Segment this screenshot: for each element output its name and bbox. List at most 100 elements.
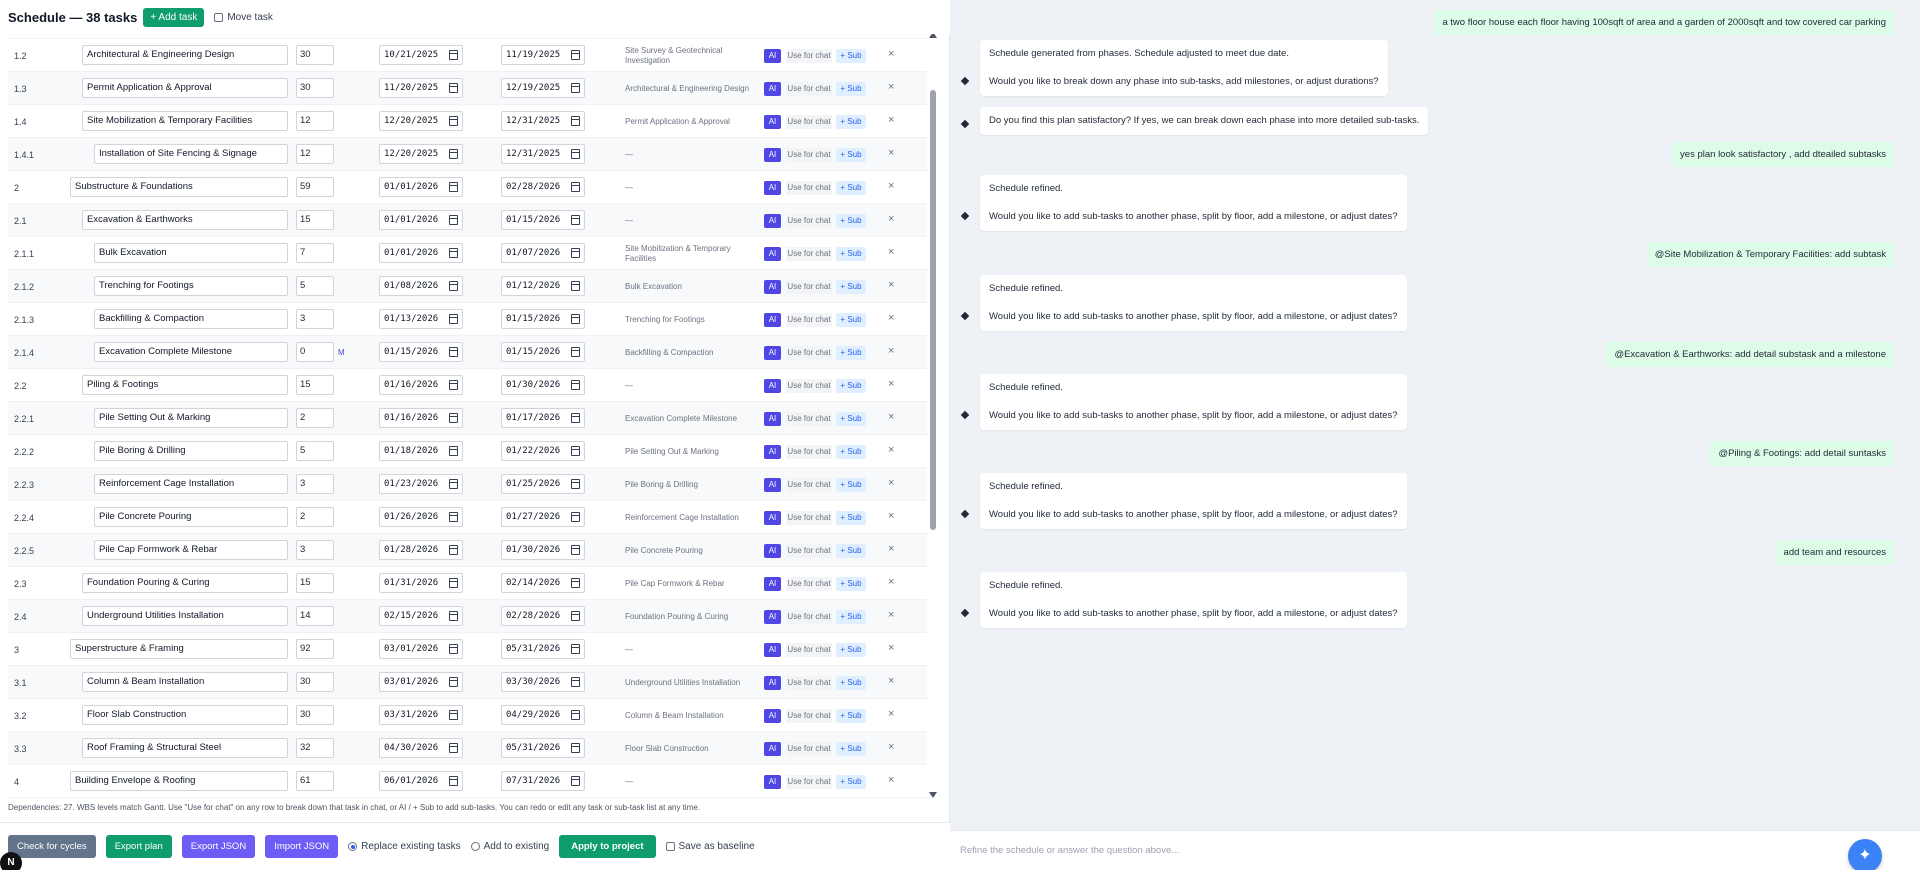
- calendar-icon[interactable]: [449, 248, 458, 258]
- task-name-input[interactable]: Pile Concrete Pouring: [94, 507, 288, 527]
- replace-existing-option[interactable]: Replace existing tasks: [348, 841, 461, 852]
- finish-date-input[interactable]: 05/31/2026: [501, 639, 585, 659]
- task-name-input[interactable]: Pile Cap Formwork & Rebar: [94, 540, 288, 560]
- start-date-input[interactable]: 01/16/2026: [379, 408, 463, 428]
- start-date-input[interactable]: 01/18/2026: [379, 441, 463, 461]
- ai-button[interactable]: AI: [764, 610, 781, 624]
- add-sub-button[interactable]: + Sub: [836, 214, 866, 228]
- ai-button[interactable]: AI: [764, 379, 781, 393]
- calendar-icon[interactable]: [449, 776, 458, 786]
- ai-button[interactable]: AI: [764, 214, 781, 228]
- start-date-input[interactable]: 12/20/2025: [379, 111, 463, 131]
- use-for-chat-button[interactable]: Use for chat: [786, 280, 832, 294]
- ai-button[interactable]: AI: [764, 643, 781, 657]
- finish-date-input[interactable]: 01/15/2026: [501, 309, 585, 329]
- start-date-input[interactable]: 01/08/2026: [379, 276, 463, 296]
- calendar-icon[interactable]: [449, 215, 458, 225]
- add-sub-button[interactable]: + Sub: [836, 49, 866, 63]
- add-sub-button[interactable]: + Sub: [836, 676, 866, 690]
- add-sub-button[interactable]: + Sub: [836, 148, 866, 162]
- finish-date-input[interactable]: 01/25/2026: [501, 474, 585, 494]
- task-name-input[interactable]: Trenching for Footings: [94, 276, 288, 296]
- delete-icon[interactable]: ×: [888, 279, 894, 291]
- start-date-input[interactable]: 03/01/2026: [379, 672, 463, 692]
- task-name-input[interactable]: Backfilling & Compaction: [94, 309, 288, 329]
- add-sub-button[interactable]: + Sub: [836, 247, 866, 261]
- delete-icon[interactable]: ×: [888, 411, 894, 423]
- calendar-icon[interactable]: [571, 149, 580, 159]
- calendar-icon[interactable]: [571, 545, 580, 555]
- calendar-icon[interactable]: [449, 149, 458, 159]
- use-for-chat-button[interactable]: Use for chat: [786, 115, 832, 129]
- ai-button[interactable]: AI: [764, 676, 781, 690]
- add-sub-button[interactable]: + Sub: [836, 82, 866, 96]
- use-for-chat-button[interactable]: Use for chat: [786, 247, 832, 261]
- use-for-chat-button[interactable]: Use for chat: [786, 775, 832, 789]
- calendar-icon[interactable]: [449, 512, 458, 522]
- calendar-icon[interactable]: [571, 611, 580, 621]
- start-date-input[interactable]: 10/21/2025: [379, 45, 463, 65]
- calendar-icon[interactable]: [571, 215, 580, 225]
- delete-icon[interactable]: ×: [888, 81, 894, 93]
- use-for-chat-button[interactable]: Use for chat: [786, 148, 832, 162]
- use-for-chat-button[interactable]: Use for chat: [786, 313, 832, 327]
- corner-badge[interactable]: N: [0, 852, 22, 870]
- start-date-input[interactable]: 01/26/2026: [379, 507, 463, 527]
- use-for-chat-button[interactable]: Use for chat: [786, 181, 832, 195]
- delete-icon[interactable]: ×: [888, 213, 894, 225]
- duration-input[interactable]: 14: [296, 606, 334, 626]
- finish-date-input[interactable]: 02/28/2026: [501, 606, 585, 626]
- duration-input[interactable]: 0: [296, 342, 334, 362]
- calendar-icon[interactable]: [449, 743, 458, 753]
- task-name-input[interactable]: Installation of Site Fencing & Signage: [94, 144, 288, 164]
- start-date-input[interactable]: 01/31/2026: [379, 573, 463, 593]
- finish-date-input[interactable]: 01/07/2026: [501, 243, 585, 263]
- duration-input[interactable]: 32: [296, 738, 334, 758]
- duration-input[interactable]: 15: [296, 375, 334, 395]
- replace-existing-radio[interactable]: [348, 842, 358, 851]
- calendar-icon[interactable]: [449, 182, 458, 192]
- task-name-input[interactable]: Column & Beam Installation: [82, 672, 288, 692]
- export-plan-button[interactable]: Export plan: [105, 835, 172, 858]
- use-for-chat-button[interactable]: Use for chat: [786, 49, 832, 63]
- ai-button[interactable]: AI: [764, 577, 781, 591]
- finish-date-input[interactable]: 02/14/2026: [501, 573, 585, 593]
- start-date-input[interactable]: 01/01/2026: [379, 177, 463, 197]
- delete-icon[interactable]: ×: [888, 444, 894, 456]
- add-sub-button[interactable]: + Sub: [836, 313, 866, 327]
- ai-button[interactable]: AI: [764, 511, 781, 525]
- check-cycles-button[interactable]: Check for cycles: [8, 835, 96, 858]
- task-name-input[interactable]: Reinforcement Cage Installation: [94, 474, 288, 494]
- calendar-icon[interactable]: [449, 83, 458, 93]
- delete-icon[interactable]: ×: [888, 510, 894, 522]
- delete-icon[interactable]: ×: [888, 180, 894, 192]
- finish-date-input[interactable]: 07/31/2026: [501, 771, 585, 791]
- ai-button[interactable]: AI: [764, 280, 781, 294]
- duration-input[interactable]: 3: [296, 540, 334, 560]
- ai-button[interactable]: AI: [764, 445, 781, 459]
- save-baseline-option[interactable]: Save as baseline: [665, 841, 755, 852]
- ai-button[interactable]: AI: [764, 49, 781, 63]
- calendar-icon[interactable]: [449, 281, 458, 291]
- calendar-icon[interactable]: [571, 776, 580, 786]
- use-for-chat-button[interactable]: Use for chat: [786, 478, 832, 492]
- add-to-existing-option[interactable]: Add to existing: [470, 841, 549, 852]
- finish-date-input[interactable]: 01/30/2026: [501, 375, 585, 395]
- finish-date-input[interactable]: 05/31/2026: [501, 738, 585, 758]
- add-sub-button[interactable]: + Sub: [836, 709, 866, 723]
- delete-icon[interactable]: ×: [888, 708, 894, 720]
- finish-date-input[interactable]: 12/19/2025: [501, 78, 585, 98]
- ai-button[interactable]: AI: [764, 544, 781, 558]
- duration-input[interactable]: 30: [296, 45, 334, 65]
- delete-icon[interactable]: ×: [888, 147, 894, 159]
- calendar-icon[interactable]: [449, 578, 458, 588]
- add-sub-button[interactable]: + Sub: [836, 775, 866, 789]
- use-for-chat-button[interactable]: Use for chat: [786, 412, 832, 426]
- start-date-input[interactable]: 03/01/2026: [379, 639, 463, 659]
- duration-input[interactable]: 7: [296, 243, 334, 263]
- ai-button[interactable]: AI: [764, 82, 781, 96]
- ai-button[interactable]: AI: [764, 346, 781, 360]
- duration-input[interactable]: 12: [296, 111, 334, 131]
- delete-icon[interactable]: ×: [888, 345, 894, 357]
- use-for-chat-button[interactable]: Use for chat: [786, 643, 832, 657]
